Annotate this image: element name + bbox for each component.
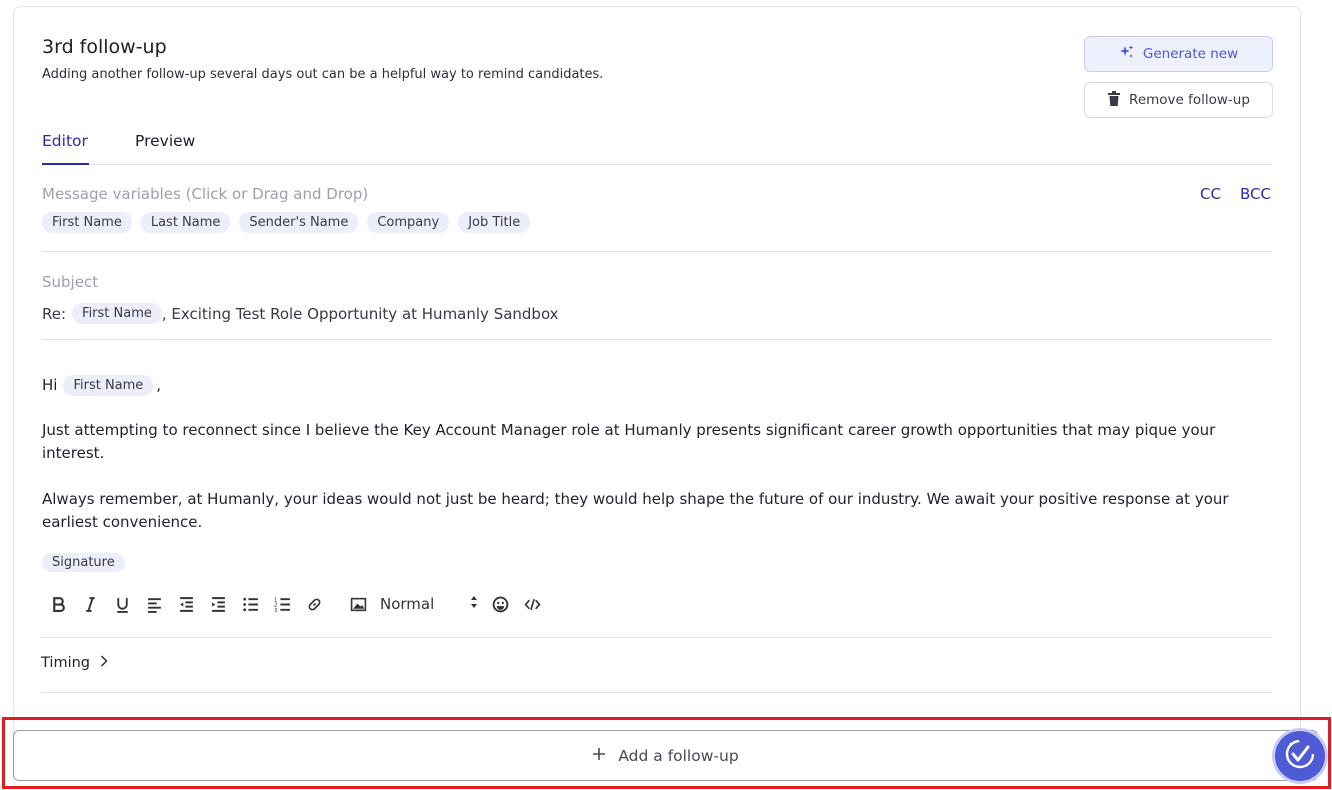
chevron-right-icon [100,655,108,671]
indent-icon[interactable] [202,591,234,617]
remove-follow-up-button[interactable]: Remove follow-up [1084,82,1273,118]
divider [41,692,1272,693]
cc-link[interactable]: CC [1200,185,1221,203]
align-icon[interactable] [138,591,170,617]
divider [42,339,1273,340]
page-title: 3rd follow-up [42,36,167,58]
subject-field[interactable]: Re: First Name , Exciting Test Role Oppo… [42,303,559,324]
code-icon[interactable] [516,591,548,617]
image-icon[interactable] [342,591,374,617]
editor-tabs: Editor Preview [42,129,1273,165]
italic-icon[interactable] [74,591,106,617]
bold-icon[interactable] [42,591,74,617]
emoji-icon[interactable] [484,591,516,617]
variable-chip-job-title[interactable]: Job Title [458,212,531,233]
check-badge-icon [1283,737,1317,775]
underline-icon[interactable] [106,591,138,617]
divider [42,251,1273,252]
ordered-list-icon[interactable]: 123 [266,591,298,617]
signature-chip[interactable]: Signature [42,553,125,572]
generate-new-button[interactable]: Generate new [1084,36,1273,72]
page-subtitle: Adding another follow-up several days ou… [42,67,604,82]
follow-up-card: 3rd follow-up Adding another follow-up s… [13,6,1301,746]
formatting-toolbar: 123 Normal [42,591,548,617]
greeting-text: Hi [42,376,58,394]
variable-chips: First Name Last Name Sender's Name Compa… [42,212,531,233]
add-follow-up-label: Add a follow-up [618,746,739,765]
tab-editor[interactable]: Editor [42,132,89,165]
timing-toggle[interactable]: Timing [41,655,108,671]
bcc-link[interactable]: BCC [1240,185,1271,203]
subject-label: Subject [42,273,99,291]
signature-block[interactable]: Signature [42,551,125,572]
divider [41,637,1272,638]
greeting-variable-chip[interactable]: First Name [63,375,154,396]
message-paragraph[interactable]: Always remember, at Humanly, your ideas … [42,488,1277,534]
remove-follow-up-label: Remove follow-up [1129,92,1250,108]
text-format-value: Normal [380,595,435,613]
sparkle-icon [1119,44,1135,64]
bullet-list-icon[interactable] [234,591,266,617]
add-follow-up-button[interactable]: Add a follow-up [13,730,1318,781]
updown-icon [470,595,478,613]
message-variables-label: Message variables (Click or Drag and Dro… [42,185,369,203]
subject-prefix: Re: [42,304,67,323]
greeting-end: , [156,376,162,394]
timing-label: Timing [41,655,90,671]
message-paragraph[interactable]: Just attempting to reconnect since I bel… [42,419,1277,465]
assistant-button[interactable] [1275,731,1325,781]
generate-new-label: Generate new [1142,46,1239,62]
message-greeting[interactable]: Hi First Name , [42,374,1277,397]
variable-chip-first-name[interactable]: First Name [42,212,132,233]
text-format-select[interactable]: Normal [380,595,484,613]
variable-chip-last-name[interactable]: Last Name [140,212,231,233]
trash-icon [1107,90,1121,110]
subject-variable-chip[interactable]: First Name [72,303,162,324]
variable-chip-senders-name[interactable]: Sender's Name [239,212,359,233]
subject-text: , Exciting Test Role Opportunity at Huma… [161,304,559,323]
variable-chip-company[interactable]: Company [367,212,450,233]
plus-icon [592,747,606,765]
svg-text:3: 3 [274,607,277,612]
outdent-icon[interactable] [170,591,202,617]
tab-preview[interactable]: Preview [135,132,195,165]
link-icon[interactable] [298,591,330,617]
